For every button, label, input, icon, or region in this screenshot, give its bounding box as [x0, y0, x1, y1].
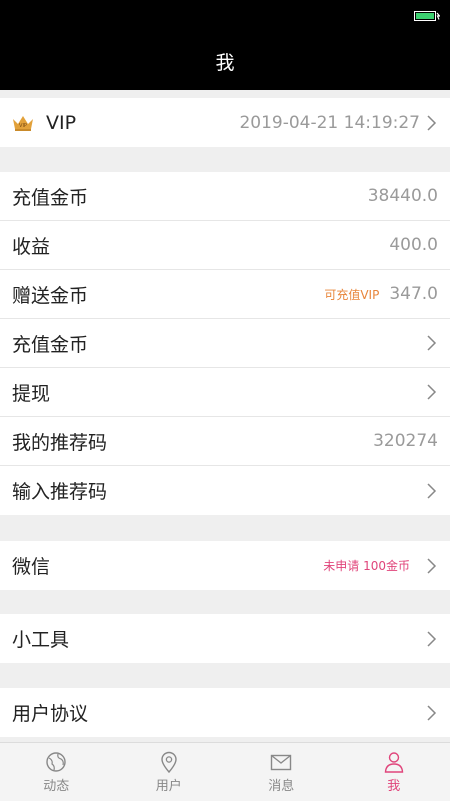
crown-icon: VIP	[12, 114, 34, 132]
person-icon	[382, 751, 406, 773]
chevron-right-icon	[424, 114, 438, 132]
coins-section: 充值金币 38440.0 收益 400.0 赠送金币 可充值VIP 347.0 …	[0, 172, 450, 515]
wechat-row[interactable]: 微信 未申请 100金币	[0, 541, 450, 590]
wechat-status-note: 未申请 100金币	[323, 557, 410, 574]
user-agreement-label: 用户协议	[12, 699, 420, 726]
gift-coins-value: 347.0	[389, 284, 438, 304]
envelope-icon	[269, 751, 293, 773]
earnings-row: 收益 400.0	[0, 221, 450, 270]
tab-messages[interactable]: 消息	[225, 743, 338, 801]
tab-me[interactable]: 我	[338, 743, 450, 801]
battery-icon	[414, 11, 440, 21]
gift-coins-note[interactable]: 可充值VIP	[324, 286, 379, 303]
globe-icon	[44, 751, 68, 773]
my-referral-code-row: 我的推荐码 320274	[0, 417, 450, 466]
chevron-right-icon	[424, 557, 438, 575]
user-agreement-row[interactable]: 用户协议	[0, 688, 450, 737]
recharge-coins-row: 充值金币 38440.0	[0, 172, 450, 221]
svg-text:VIP: VIP	[19, 123, 27, 129]
chevron-right-icon	[424, 704, 438, 722]
tab-users[interactable]: 用户	[113, 743, 226, 801]
chevron-right-icon	[424, 334, 438, 352]
tab-feed-label: 动态	[43, 775, 69, 794]
recharge-action-label: 充值金币	[12, 330, 420, 357]
tab-me-label: 我	[387, 775, 400, 794]
withdraw-row[interactable]: 提现	[0, 368, 450, 417]
my-referral-code-label: 我的推荐码	[12, 428, 373, 455]
gift-coins-label: 赠送金币	[12, 281, 324, 308]
earnings-label: 收益	[12, 232, 389, 259]
gift-coins-row: 赠送金币 可充值VIP 347.0	[0, 270, 450, 319]
recharge-action-row[interactable]: 充值金币	[0, 319, 450, 368]
tab-feed[interactable]: 动态	[0, 743, 113, 801]
bottom-tab-bar: 动态 用户 消息 我	[0, 742, 450, 801]
status-bar	[0, 0, 450, 32]
enter-referral-code-label: 输入推荐码	[12, 477, 420, 504]
agreement-section: 用户协议	[0, 688, 450, 737]
chevron-right-icon	[424, 383, 438, 401]
enter-referral-code-row[interactable]: 输入推荐码	[0, 466, 450, 515]
vip-section: VIP VIP 2019-04-21 14:19:27	[0, 98, 450, 147]
recharge-coins-value: 38440.0	[368, 186, 438, 206]
wechat-section: 微信 未申请 100金币	[0, 541, 450, 590]
vip-expiry-date: 2019-04-21 14:19:27	[239, 113, 420, 133]
page-title: 我	[215, 48, 234, 75]
chevron-right-icon	[424, 630, 438, 648]
my-referral-code-value: 320274	[373, 431, 438, 451]
earnings-value: 400.0	[389, 235, 438, 255]
withdraw-label: 提现	[12, 379, 420, 406]
page-header: 我	[0, 32, 450, 90]
recharge-coins-label: 充值金币	[12, 183, 368, 210]
tab-messages-label: 消息	[268, 775, 294, 794]
tab-users-label: 用户	[156, 775, 182, 794]
vip-label: VIP	[46, 112, 239, 134]
tools-row[interactable]: 小工具	[0, 614, 450, 663]
tools-label: 小工具	[12, 625, 420, 652]
vip-row[interactable]: VIP VIP 2019-04-21 14:19:27	[0, 98, 450, 147]
chevron-right-icon	[424, 482, 438, 500]
location-pin-icon	[157, 751, 181, 773]
wechat-label: 微信	[12, 552, 323, 579]
tools-section: 小工具	[0, 614, 450, 663]
